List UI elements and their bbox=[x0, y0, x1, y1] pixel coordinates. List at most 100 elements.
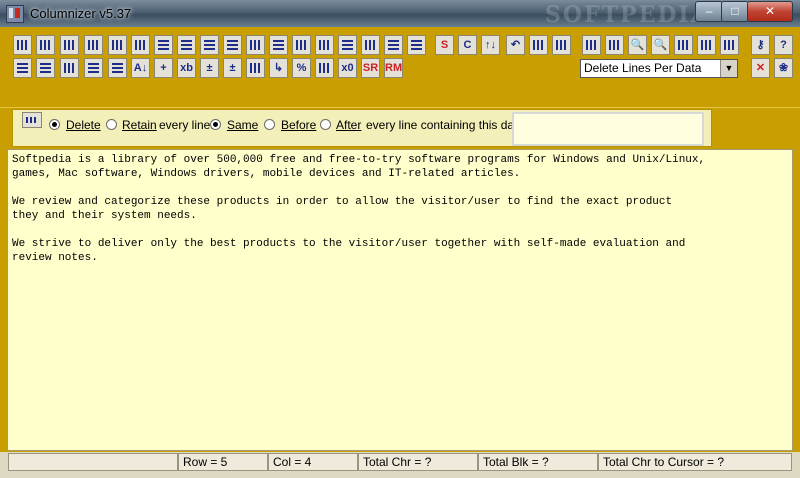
column-tool-6-button[interactable] bbox=[131, 35, 150, 55]
insert-button[interactable]: ↳ bbox=[269, 58, 288, 78]
xb-button[interactable]: xb bbox=[177, 58, 196, 78]
delete-icon: ± bbox=[229, 62, 236, 74]
softpedia-watermark: SOFTPEDIA bbox=[545, 2, 710, 28]
filter-button[interactable] bbox=[246, 58, 265, 78]
find-next-button[interactable]: 🔍 bbox=[651, 35, 670, 55]
folder-button[interactable] bbox=[315, 58, 334, 78]
undo-icon: ↶ bbox=[510, 39, 521, 51]
retain-radio[interactable] bbox=[106, 119, 117, 130]
copy-button[interactable] bbox=[529, 35, 548, 55]
column-tool-10-button[interactable] bbox=[361, 35, 380, 55]
sort-az-button[interactable]: A↓ bbox=[131, 58, 150, 78]
minus-icon: ± bbox=[206, 62, 213, 74]
delete-button[interactable]: ± bbox=[223, 58, 242, 78]
row-tool-11-button[interactable] bbox=[84, 58, 103, 78]
add-button[interactable]: + bbox=[154, 58, 173, 78]
wave-tool-button[interactable] bbox=[60, 58, 79, 78]
column-icon bbox=[40, 40, 51, 50]
rows-icon bbox=[273, 40, 284, 50]
up-down-arrows-button[interactable]: ↑↓ bbox=[481, 35, 500, 55]
row-tool-12-button[interactable] bbox=[108, 58, 127, 78]
key-button[interactable]: ⚷ bbox=[751, 35, 770, 55]
sort-up-button[interactable] bbox=[552, 35, 571, 55]
status-col: Col = 4 bbox=[268, 453, 358, 471]
copy-icon bbox=[533, 40, 544, 50]
row-tool-1-button[interactable] bbox=[154, 35, 173, 55]
s-button[interactable]: S bbox=[435, 35, 454, 55]
minus-button[interactable]: ± bbox=[200, 58, 219, 78]
before-label[interactable]: Before bbox=[281, 118, 316, 132]
row-tool-2-button[interactable] bbox=[177, 35, 196, 55]
save-file-button[interactable] bbox=[605, 35, 624, 55]
c-button[interactable]: C bbox=[458, 35, 477, 55]
folder-icon bbox=[701, 40, 712, 50]
open-folder-button[interactable] bbox=[674, 35, 693, 55]
delete-label[interactable]: Delete bbox=[66, 118, 101, 132]
save-file-icon bbox=[609, 40, 620, 50]
help-button[interactable]: ? bbox=[774, 35, 793, 55]
row-tool-8-button[interactable] bbox=[407, 35, 426, 55]
editor-line: We review and categorize these products … bbox=[12, 196, 673, 208]
status-total-chr: Total Chr = ? bbox=[358, 453, 478, 471]
operation-select[interactable]: Delete Lines Per Data ▼ bbox=[580, 59, 738, 78]
list-icon[interactable] bbox=[22, 112, 42, 128]
text-editor[interactable]: Softpedia is a library of over 500,000 f… bbox=[7, 149, 793, 451]
editor-content[interactable]: Softpedia is a library of over 500,000 f… bbox=[12, 153, 705, 265]
same-label[interactable]: Same bbox=[227, 118, 258, 132]
find-button[interactable]: 🔍 bbox=[628, 35, 647, 55]
close-button[interactable]: ✕ bbox=[747, 1, 793, 22]
open-file-button[interactable] bbox=[582, 35, 601, 55]
column-tool-4-button[interactable] bbox=[84, 35, 103, 55]
rows-icon bbox=[112, 63, 123, 73]
data-input[interactable] bbox=[512, 112, 704, 146]
folder-icon bbox=[319, 63, 330, 73]
undo-button[interactable]: ↶ bbox=[506, 35, 525, 55]
same-radio[interactable] bbox=[210, 119, 221, 130]
column-tool-3-button[interactable] bbox=[60, 35, 79, 55]
row-tool-4-button[interactable] bbox=[223, 35, 242, 55]
list-lines-icon bbox=[26, 117, 38, 123]
delete-radio[interactable] bbox=[49, 119, 60, 130]
column-tool-1-button[interactable] bbox=[13, 35, 32, 55]
column-tool-5-button[interactable] bbox=[108, 35, 127, 55]
retain-label[interactable]: Retain bbox=[122, 118, 157, 132]
editor-line: ​ bbox=[12, 181, 705, 195]
x0-button[interactable]: x0 bbox=[338, 58, 357, 78]
after-radio[interactable] bbox=[320, 119, 331, 130]
row-tool-9-button[interactable] bbox=[13, 58, 32, 78]
rm-button[interactable]: RM bbox=[384, 58, 403, 78]
open-folder-2-button[interactable] bbox=[697, 35, 716, 55]
row-tool-3-button[interactable] bbox=[200, 35, 219, 55]
sort-up-icon bbox=[556, 40, 567, 50]
editor-line: review notes. bbox=[12, 252, 98, 264]
status-bar: Row = 5 Col = 4 Total Chr = ? Total Blk … bbox=[0, 452, 800, 478]
status-row: Row = 5 bbox=[178, 453, 268, 471]
before-radio[interactable] bbox=[264, 119, 275, 130]
columnizer-app-icon[interactable] bbox=[6, 5, 24, 23]
percent-button[interactable]: % bbox=[292, 58, 311, 78]
title-bar[interactable]: Columnizer v5.37 SOFTPEDIA – □ ✕ bbox=[0, 0, 800, 28]
status-total-chr-to-cursor: Total Chr to Cursor = ? bbox=[598, 453, 792, 471]
column-icon bbox=[88, 40, 99, 50]
print-button[interactable] bbox=[720, 35, 739, 55]
status-total-blk: Total Blk = ? bbox=[478, 453, 598, 471]
palette-icon: ❀ bbox=[778, 62, 789, 74]
column-tool-7-button[interactable] bbox=[246, 35, 265, 55]
maximize-button[interactable]: □ bbox=[721, 1, 749, 22]
row-tool-10-button[interactable] bbox=[36, 58, 55, 78]
cancel-button[interactable]: ✕ bbox=[751, 58, 770, 78]
chevron-down-icon[interactable]: ▼ bbox=[720, 60, 737, 77]
after-label[interactable]: After bbox=[336, 118, 361, 132]
column-tool-8-button[interactable] bbox=[292, 35, 311, 55]
operation-select-value: Delete Lines Per Data bbox=[584, 61, 702, 75]
row-tool-6-button[interactable] bbox=[338, 35, 357, 55]
palette-button[interactable]: ❀ bbox=[774, 58, 793, 78]
row-tool-5-button[interactable] bbox=[269, 35, 288, 55]
rows-icon bbox=[158, 40, 169, 50]
row-tool-7-button[interactable] bbox=[384, 35, 403, 55]
open-file-icon bbox=[586, 40, 597, 50]
sr-button[interactable]: SR bbox=[361, 58, 380, 78]
column-tool-2-button[interactable] bbox=[36, 35, 55, 55]
minimize-button[interactable]: – bbox=[695, 1, 723, 22]
column-tool-9-button[interactable] bbox=[315, 35, 334, 55]
